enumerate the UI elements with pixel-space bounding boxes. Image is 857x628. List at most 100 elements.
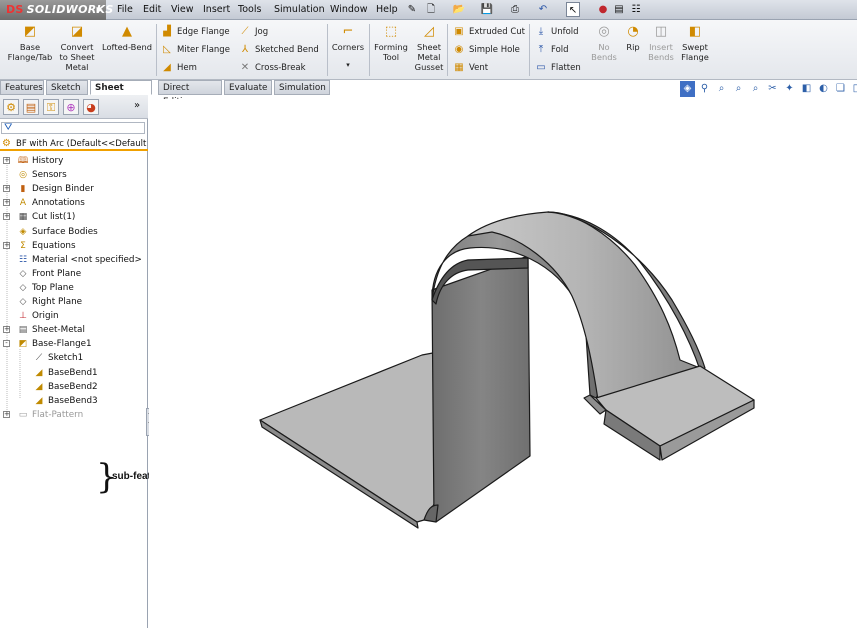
tree-item-front-plane[interactable]: ◇ Front Plane [0,267,146,281]
miter-flange-button[interactable]: ◺ Miter Flange [160,42,230,58]
open-folder-icon[interactable]: 📂 [452,2,466,17]
tree-root-part[interactable]: ⚙ BF with Arc (Default<<Default [0,137,148,151]
previous-view-icon[interactable]: ⌕ [748,81,763,97]
menu-window[interactable]: Window [330,0,367,20]
tab-evaluate[interactable]: Evaluate [224,80,272,95]
solidworks-logo[interactable]: DS SOLIDWORKS ▶ [0,0,113,20]
sheet-metal-gusset-button[interactable]: ◿ Sheet Metal Gusset [412,24,446,72]
tab-sketch[interactable]: Sketch [46,80,88,95]
tree-item-cut-list-1[interactable]: + ▦ Cut list(1) [0,210,146,224]
new-document-icon[interactable]: 🗋 [424,2,438,17]
tree-item-history[interactable]: + 🕮 History [0,154,146,168]
apply-scene-icon[interactable]: ◫ [850,81,857,97]
graphics-area[interactable] [149,99,857,628]
expand-panel-icon[interactable]: » [134,100,140,111]
vent-button[interactable]: ▦ Vent [452,60,488,76]
hem-button[interactable]: ◢ Hem [160,60,197,76]
expand-icon[interactable]: + [3,326,10,334]
menu-help[interactable]: Help [376,0,398,20]
rebuild-icon[interactable]: ● [596,2,610,17]
tree-item-design-binder[interactable]: + ▮ Design Binder [0,182,146,196]
tab-features[interactable]: Features [0,80,44,95]
filter-icon[interactable]: ⛛ [4,121,12,135]
section-view-icon[interactable]: ✂ [765,81,780,97]
menu-edit[interactable]: Edit [143,0,161,20]
extruded-cut-button[interactable]: ▣ Extruded Cut [452,24,525,40]
expand-icon[interactable]: + [3,241,10,249]
expand-icon[interactable]: + [3,185,10,193]
tab-simulation[interactable]: Simulation [274,80,330,95]
rotate-view-icon[interactable]: ⚲ [697,81,712,97]
no-bends-button[interactable]: ◎ No Bends [588,24,620,62]
tree-item-sheet-metal[interactable]: + ▤ Sheet-Metal [0,323,146,337]
pin-icon[interactable]: ✎ [405,2,419,17]
tree-item-basebend2[interactable]: ◢ BaseBend2 [0,380,146,394]
print-icon[interactable]: ⎙ [508,2,522,17]
menu-insert[interactable]: Insert [203,0,230,20]
dimxpert-tab-icon[interactable]: ⊕ [63,99,79,115]
tree-item-basebend1[interactable]: ◢ BaseBend1 [0,366,146,380]
tree-item-sketch1[interactable]: ⟋ Sketch1 [0,351,146,365]
menu-tools[interactable]: Tools [238,0,261,20]
options-icon[interactable]: ☷ [629,2,643,17]
tree-item-surface-bodies[interactable]: ◈ Surface Bodies [0,225,146,239]
tree-item-base-flange1[interactable]: - ◩ Base-Flange1 [0,337,146,351]
hide-show-icon[interactable]: ◐ [816,81,831,97]
tree-item-basebend3[interactable]: ◢ BaseBend3 [0,394,146,408]
jog-button[interactable]: ⟋ Jog [238,24,269,40]
file-properties-icon[interactable]: ▤ [612,2,626,17]
convert-to-sheet-metal-button[interactable]: ◪ Convert to Sheet Metal [57,24,97,72]
tree-item-material-not-specified[interactable]: ☷ Material <not specified> [0,253,146,267]
cross-break-button[interactable]: ✕ Cross-Break [238,60,306,76]
tree-item-right-plane[interactable]: ◇ Right Plane [0,295,146,309]
tree-item-label: Origin [32,311,59,322]
collapse-icon[interactable]: - [3,340,10,348]
corners-button[interactable]: ⌐ Corners ▾ [330,24,366,70]
sheet-metal-part-model[interactable] [149,99,857,628]
menu-simulation[interactable]: Simulation [274,0,325,20]
tree-filter-input[interactable] [1,122,145,134]
display-style-icon[interactable]: ◧ [799,81,814,97]
insert-bends-button[interactable]: ◫ Insert Bends [646,24,676,62]
undo-icon[interactable]: ↶ [536,2,550,17]
expand-icon[interactable]: + [3,157,10,164]
display-manager-tab-icon[interactable]: ◕ [83,99,99,115]
menu-view[interactable]: View [171,0,194,20]
expand-icon[interactable]: + [3,410,10,418]
corners-dropdown-icon[interactable]: ▾ [330,60,366,70]
view-orientation-icon[interactable]: ◈ [680,81,695,97]
tab-sheet-metal[interactable]: Sheet Metal [90,80,152,107]
unfold-button[interactable]: ⤓ Unfold [534,24,579,40]
zoom-area-icon[interactable]: ⌕ [731,81,746,97]
select-cursor-icon[interactable]: ↖ [566,2,580,17]
edge-flange-button[interactable]: ▟ Edge Flange [160,24,229,40]
gusset-icon: ◿ [424,24,434,39]
tree-item-annotations[interactable]: + A Annotations [0,196,146,210]
rip-button[interactable]: ◔ Rip [622,24,644,52]
save-icon[interactable]: 💾 [480,2,494,17]
swept-flange-button[interactable]: ◧ Swept Flange [678,24,712,62]
base-flange-button[interactable]: ◩ Base Flange/Tab [6,24,54,62]
configuration-manager-tab-icon[interactable]: ⚿ [43,99,59,115]
tree-item-sensors[interactable]: ◎ Sensors [0,168,146,182]
menu-file[interactable]: File [117,0,133,20]
tree-item-equations[interactable]: + Σ Equations [0,239,146,253]
fold-button[interactable]: ⤒ Fold [534,42,569,58]
property-manager-tab-icon[interactable]: ▤ [23,99,39,115]
expand-icon[interactable]: + [3,213,10,221]
design-binder-icon: ▮ [20,184,26,195]
flatten-button[interactable]: ▭ Flatten [534,60,580,76]
feature-manager-tab-icon[interactable]: ⚙ [3,99,19,115]
tree-item-flat-pattern[interactable]: + ▭ Flat-Pattern [0,408,146,422]
simple-hole-button[interactable]: ◉ Simple Hole [452,42,520,58]
edit-appearance-icon[interactable]: ❏ [833,81,848,97]
expand-icon[interactable]: + [3,199,10,207]
lofted-bend-button[interactable]: ▲ Lofted-Bend [100,24,154,52]
zoom-to-fit-icon[interactable]: ⌕ [714,81,729,97]
tree-item-top-plane[interactable]: ◇ Top Plane [0,281,146,295]
tab-direct-editing[interactable]: Direct Editing [158,80,222,107]
forming-tool-button[interactable]: ⬚ Forming Tool [372,24,410,62]
dynamic-annotation-icon[interactable]: ✦ [782,81,797,97]
tree-item-origin[interactable]: ⊥ Origin [0,309,146,323]
sketched-bend-button[interactable]: ⅄ Sketched Bend [238,42,319,58]
